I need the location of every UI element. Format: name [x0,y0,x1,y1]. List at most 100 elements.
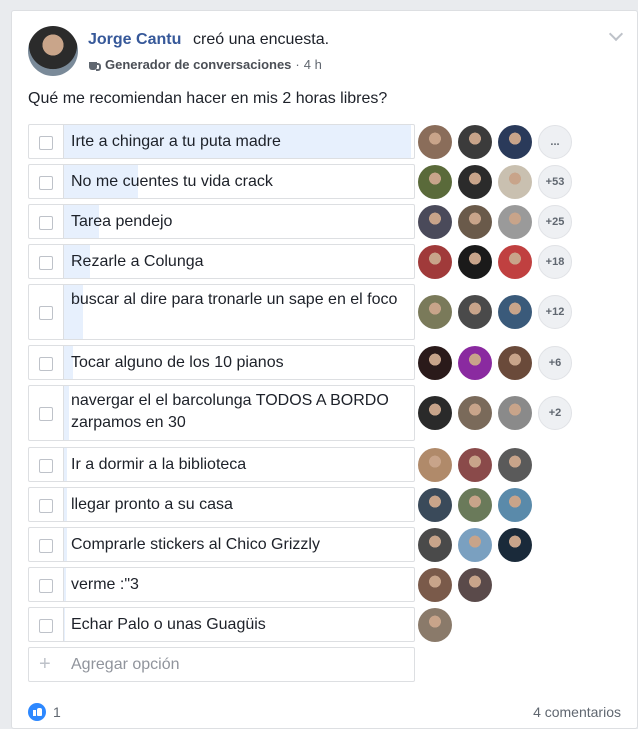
separator-dot: · [295,57,300,72]
voter-avatar[interactable] [418,295,452,329]
voter-avatar[interactable] [418,244,452,279]
checkbox-icon[interactable] [39,215,53,230]
poll-option[interactable]: Rezarle a Colunga [28,244,415,279]
chevron-down-icon[interactable] [608,26,624,42]
poll-option[interactable]: verme :"3 [28,567,415,602]
option-divider [63,488,64,521]
voter-avatar[interactable] [498,487,532,522]
poll-option[interactable]: llegar pronto a su casa [28,487,415,522]
voter-avatar[interactable] [418,164,452,199]
comments-link[interactable]: 4 comentarios [533,704,621,720]
voter-avatar[interactable] [498,295,532,329]
voter-avatar[interactable] [458,295,492,329]
coffee-icon [88,58,101,71]
voter-avatar[interactable] [458,345,492,380]
checkbox-icon[interactable] [39,618,53,633]
like-count[interactable]: 1 [53,704,61,720]
voter-avatar[interactable] [418,447,452,482]
poll-option[interactable]: Echar Palo o unas Guagüis [28,607,415,642]
voter-avatar[interactable] [458,396,492,430]
more-voters-button[interactable]: +25 [538,204,572,239]
voter-avatar[interactable] [498,164,532,199]
more-voters-button[interactable]: +53 [538,164,572,199]
more-voters-button[interactable]: +2 [538,396,572,430]
voter-avatar[interactable] [498,447,532,482]
voter-avatar[interactable] [458,567,492,602]
poll-option[interactable]: Comprarle stickers al Chico Grizzly [28,527,415,562]
poll-option[interactable]: Ir a dormir a la biblioteca [28,447,415,482]
more-voters-button[interactable]: +6 [538,345,572,380]
poll-option-label: Ir a dormir a la biblioteca [71,456,247,473]
poll-option[interactable]: No me cuentes tu vida crack [28,164,415,199]
poll-option[interactable]: navergar el el barcolunga TODOS A BORDO … [28,385,415,441]
post-action-text: creó una encuesta. [193,31,330,48]
more-voters-button[interactable]: ... [538,124,572,159]
voter-avatar[interactable] [418,345,452,380]
poll-option-label: No me cuentes tu vida crack [71,173,273,190]
poll-option-label: Tocar alguno de los 10 pianos [71,354,284,371]
poll-option-label: navergar el el barcolunga TODOS A BORDO … [71,392,389,431]
option-divider [63,165,64,198]
poll-option[interactable]: buscar al dire para tronarle un sape en … [28,284,415,340]
poll-option[interactable]: Irte a chingar a tu puta madre [28,124,415,159]
checkbox-icon[interactable] [39,356,53,371]
post-timestamp[interactable]: 4 h [304,57,322,72]
checkbox-icon[interactable] [39,175,53,190]
checkbox-icon[interactable] [39,458,53,473]
poll-option-label: Irte a chingar a tu puta madre [71,133,281,150]
voter-avatar[interactable] [418,487,452,522]
voter-avatar[interactable] [498,204,532,239]
add-option-field[interactable]: + Agregar opción [28,647,415,682]
checkbox-icon[interactable] [39,538,53,553]
poll-option[interactable]: Tarea pendejo [28,204,415,239]
voter-avatar[interactable] [458,487,492,522]
add-option-placeholder: Agregar opción [71,656,180,673]
poll-option-label: buscar al dire para tronarle un sape en … [71,291,398,308]
voter-avatar[interactable] [498,124,532,159]
option-divider [63,386,64,440]
poll-option-label: Rezarle a Colunga [71,253,204,270]
voter-avatar[interactable] [458,447,492,482]
voter-avatar[interactable] [458,124,492,159]
poll-option-label: Comprarle stickers al Chico Grizzly [71,536,320,553]
poll-option-label: Tarea pendejo [71,213,173,230]
voter-avatar[interactable] [418,527,452,562]
checkbox-icon[interactable] [39,578,53,593]
voter-avatar[interactable] [498,244,532,279]
checkbox-icon[interactable] [39,306,53,320]
checkbox-icon[interactable] [39,135,53,150]
more-voters-button[interactable]: +12 [538,295,572,329]
voter-avatar[interactable] [498,527,532,562]
voter-avatar[interactable] [498,396,532,430]
option-divider [63,205,64,238]
author-avatar[interactable] [28,26,78,76]
group-name-link[interactable]: Generador de conversaciones [105,57,291,72]
option-divider [63,125,64,158]
option-divider [63,285,64,339]
voter-avatar[interactable] [418,567,452,602]
more-voters-button[interactable]: +18 [538,244,572,279]
voter-avatar[interactable] [418,396,452,430]
poll-question: Qué me recomiendan hacer en mis 2 horas … [28,90,388,107]
poll-option[interactable]: Tocar alguno de los 10 pianos [28,345,415,380]
option-divider [63,608,64,641]
voter-avatar[interactable] [418,204,452,239]
checkbox-icon[interactable] [39,498,53,513]
post-subtitle: Generador de conversaciones · 4 h [88,57,322,72]
checkbox-icon[interactable] [39,407,53,421]
option-divider [63,245,64,278]
voter-avatar[interactable] [458,527,492,562]
like-icon[interactable] [28,703,46,721]
author-name-link[interactable]: Jorge Cantu [88,31,181,49]
checkbox-icon[interactable] [39,255,53,270]
option-divider [63,346,64,379]
poll-option-label: Echar Palo o unas Guagüis [71,616,266,633]
option-divider [63,568,64,601]
option-divider [63,448,64,481]
voter-avatar[interactable] [418,607,452,642]
voter-avatar[interactable] [418,124,452,159]
voter-avatar[interactable] [458,244,492,279]
voter-avatar[interactable] [458,164,492,199]
voter-avatar[interactable] [458,204,492,239]
voter-avatar[interactable] [498,345,532,380]
